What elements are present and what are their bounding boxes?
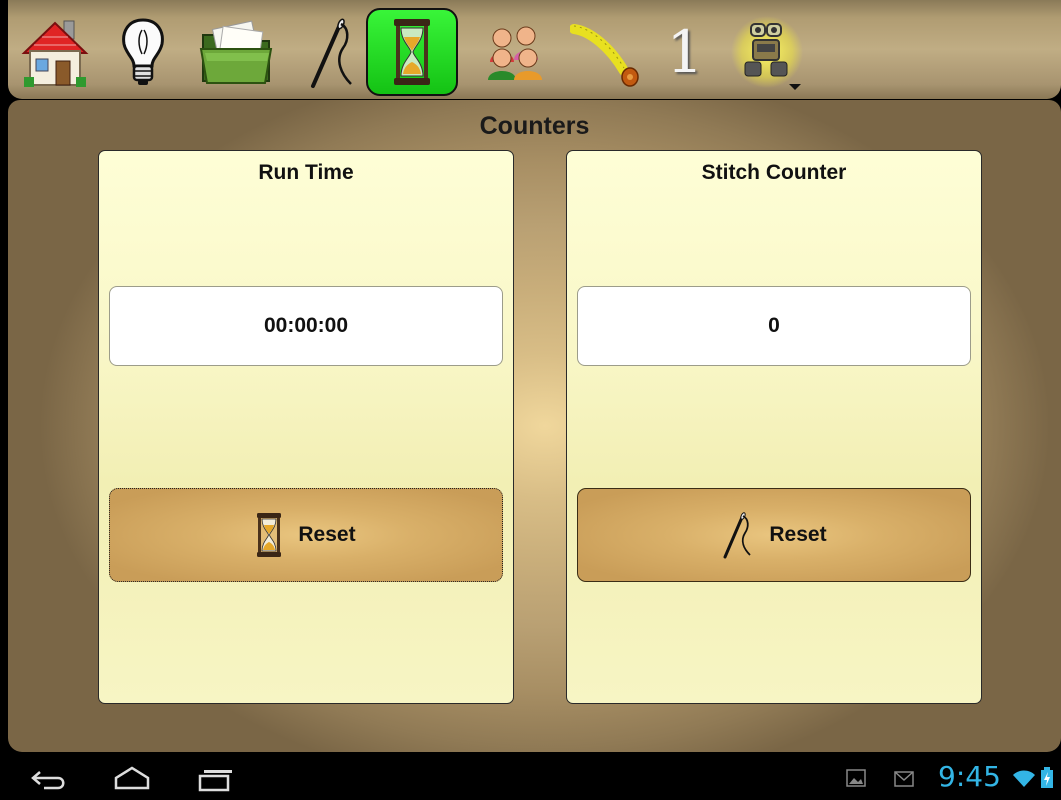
stitch-counter-value: 0 — [577, 286, 971, 366]
run-time-title: Run Time — [258, 161, 354, 184]
reset-run-time-button[interactable]: Reset — [109, 488, 503, 582]
run-time-value: 00:00:00 — [109, 286, 503, 366]
gmail-icon[interactable] — [894, 771, 914, 787]
gallery-icon[interactable] — [846, 769, 866, 787]
run-time-card: Run Time 00:00:00 Reset — [98, 150, 514, 704]
reset-run-time-label: Reset — [298, 523, 356, 546]
people-icon — [488, 26, 542, 80]
recent-apps-icon[interactable] — [196, 768, 236, 792]
battery-charging-icon — [1041, 767, 1053, 788]
home-icon[interactable] — [112, 766, 152, 792]
stitch-counter-title: Stitch Counter — [701, 161, 847, 184]
toolbar-measure-button[interactable] — [560, 8, 650, 96]
reset-stitch-counter-label: Reset — [769, 523, 827, 546]
page-title: Counters — [479, 112, 590, 140]
toolbar-counters-button[interactable] — [366, 8, 458, 96]
clock: 9:45 — [938, 760, 1001, 793]
system-navigation-bar: 9:45 — [0, 756, 1061, 800]
toolbar-users-button[interactable] — [470, 8, 560, 96]
stitch-counter-card: Stitch Counter 0 Reset — [566, 150, 982, 704]
home-icon — [21, 20, 89, 87]
top-toolbar: 1 — [8, 0, 1061, 99]
dropdown-arrow-icon — [789, 84, 801, 90]
folder-icon — [199, 20, 273, 84]
toolbar-home-button[interactable] — [10, 8, 100, 96]
measuring-tape-icon — [570, 24, 639, 87]
hourglass-icon — [257, 513, 282, 557]
back-icon[interactable] — [30, 768, 70, 792]
toolbar-tips-button[interactable] — [98, 8, 188, 96]
reset-stitch-counter-button[interactable]: Reset — [577, 488, 971, 582]
toolbar-stitch-button[interactable] — [288, 8, 378, 96]
needle-icon — [723, 512, 752, 559]
lightbulb-icon — [122, 18, 164, 85]
needle-icon — [311, 18, 352, 88]
wifi-icon — [1013, 770, 1035, 787]
toolbar-robot-menu-button[interactable] — [724, 8, 814, 96]
robot-icon — [731, 16, 803, 90]
hourglass-icon — [394, 19, 430, 85]
toolbar-files-button[interactable] — [192, 8, 282, 96]
number-one-icon: 1 — [666, 18, 704, 86]
toolbar-number-button[interactable]: 1 — [640, 8, 730, 96]
counters-panel: Counters Run Time 00:00:00 Reset Stitch … — [8, 100, 1061, 752]
